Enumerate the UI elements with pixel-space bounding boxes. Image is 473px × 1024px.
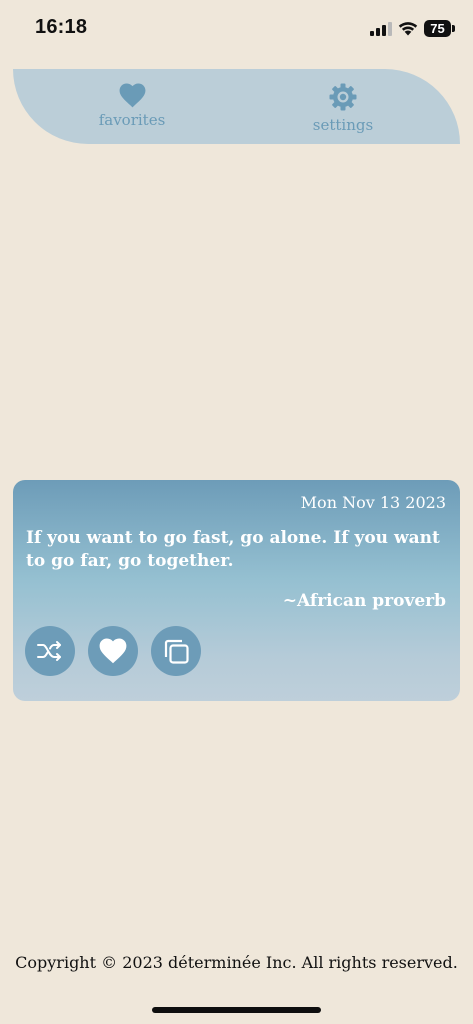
battery-indicator: 75 bbox=[424, 20, 451, 37]
status-time: 16:18 bbox=[35, 16, 88, 38]
shuffle-icon bbox=[37, 641, 61, 661]
wifi-icon bbox=[398, 22, 418, 36]
status-bar: 16:18 75 bbox=[0, 0, 473, 58]
copy-button[interactable] bbox=[151, 626, 201, 676]
heart-icon bbox=[99, 638, 127, 664]
battery-cap bbox=[452, 25, 455, 32]
favorite-button[interactable] bbox=[88, 626, 138, 676]
heart-icon bbox=[119, 83, 145, 108]
nav-favorites[interactable]: favorites bbox=[82, 83, 182, 129]
copy-icon bbox=[164, 639, 189, 664]
quote-card: Mon Nov 13 2023 If you want to go fast, … bbox=[13, 480, 460, 701]
nav-settings[interactable]: settings bbox=[293, 83, 393, 134]
cellular-signal-icon bbox=[370, 22, 392, 36]
quote-author: ~African proverb bbox=[282, 591, 446, 611]
home-indicator[interactable] bbox=[152, 1007, 321, 1013]
copyright-footer: Copyright © 2023 déterminée Inc. All rig… bbox=[15, 953, 458, 972]
quote-date: Mon Nov 13 2023 bbox=[300, 493, 446, 512]
navigation-bar: favorites settings bbox=[13, 69, 460, 144]
gear-icon bbox=[329, 83, 357, 111]
nav-settings-label: settings bbox=[312, 116, 374, 134]
shuffle-button[interactable] bbox=[25, 626, 75, 676]
nav-favorites-label: favorites bbox=[98, 111, 166, 129]
quote-text: If you want to go fast, go alone. If you… bbox=[26, 528, 440, 571]
